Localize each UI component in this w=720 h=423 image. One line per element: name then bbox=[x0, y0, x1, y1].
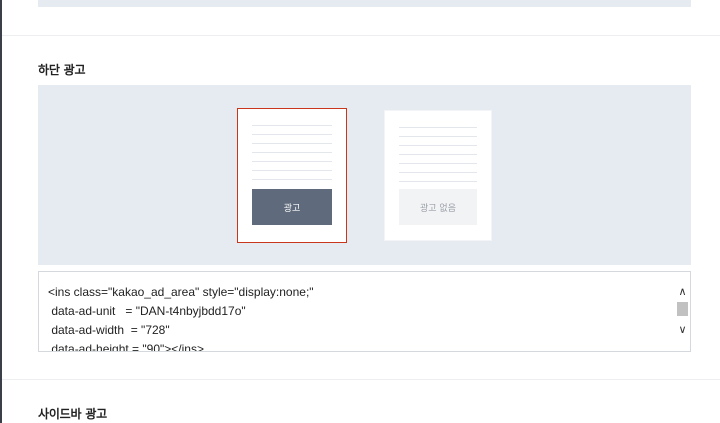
card-placeholder-lines bbox=[399, 127, 477, 190]
scroll-down-icon[interactable]: ∨ bbox=[675, 322, 690, 337]
option-card-no-ad[interactable]: 광고 없음 bbox=[384, 110, 492, 241]
ad-code-textarea[interactable]: <ins class="kakao_ad_area" style="displa… bbox=[38, 271, 691, 352]
section-title-bottom-ad: 하단 광고 bbox=[38, 63, 86, 77]
card-placeholder-lines bbox=[252, 125, 332, 188]
option-card-ad[interactable]: 광고 bbox=[237, 108, 347, 243]
previous-section-box bbox=[38, 0, 691, 7]
section-divider bbox=[2, 35, 720, 36]
section-divider bbox=[2, 379, 720, 380]
ad-code-text: <ins class="kakao_ad_area" style="displa… bbox=[48, 285, 314, 352]
section-title-sidebar-ad: 사이드바 광고 bbox=[38, 407, 108, 421]
window-left-edge bbox=[0, 0, 2, 423]
ad-preview-area bbox=[38, 85, 691, 265]
scroll-up-icon[interactable]: ∧ bbox=[675, 284, 690, 299]
textarea-scrollbar[interactable]: ∧ ∨ bbox=[675, 272, 690, 351]
option-card-ad-label: 광고 bbox=[252, 189, 332, 225]
scrollbar-thumb[interactable] bbox=[677, 302, 688, 316]
option-card-no-ad-label: 광고 없음 bbox=[399, 189, 477, 225]
